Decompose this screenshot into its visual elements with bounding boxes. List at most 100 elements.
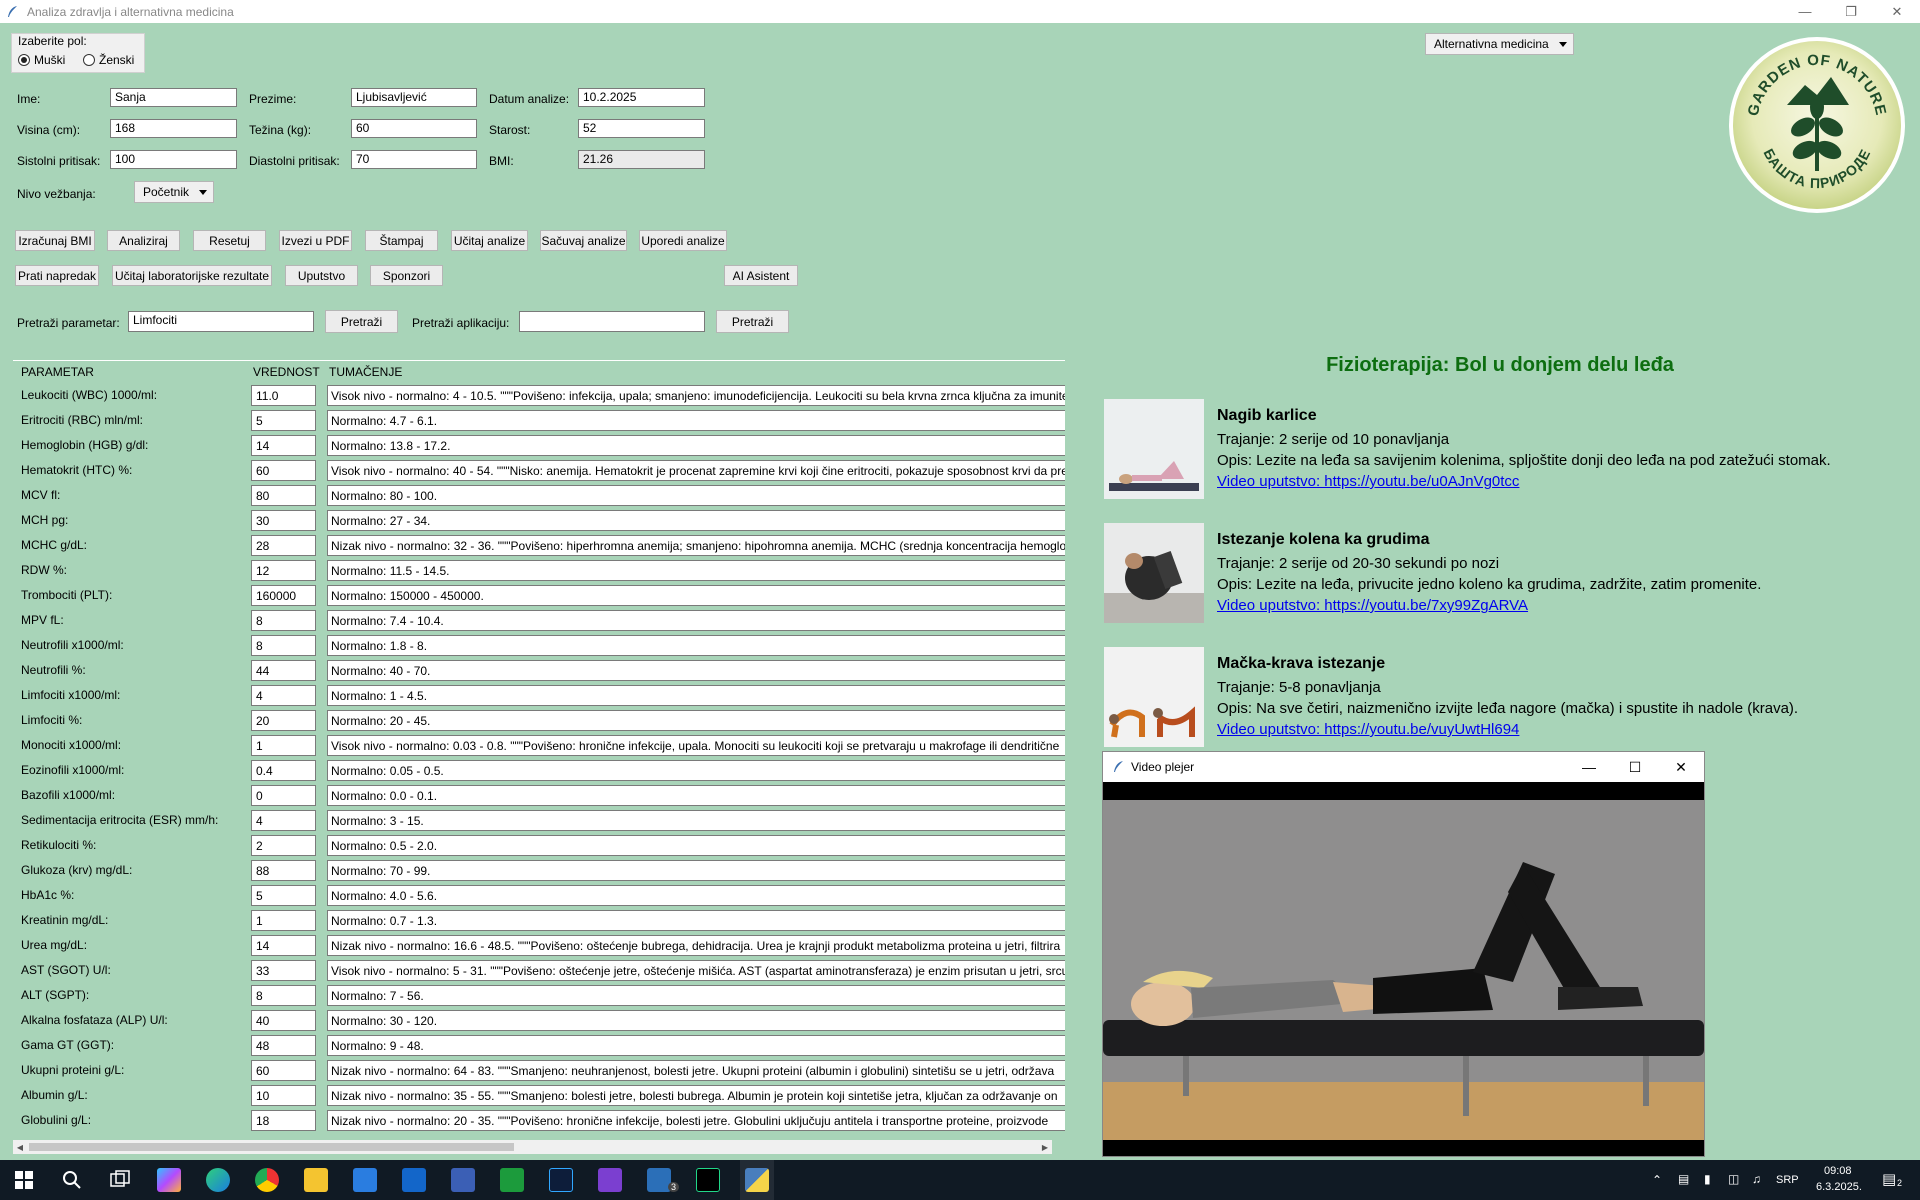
parameter-interpretation-field[interactable]: Normalno: 4.0 - 5.6. [327,885,1065,906]
parameter-interpretation-field[interactable]: Normalno: 1 - 4.5. [327,685,1065,706]
parameter-value-field[interactable]: 10 [251,1085,316,1106]
analyze-button[interactable]: Analiziraj [107,230,180,251]
parameter-interpretation-field[interactable]: Normalno: 11.5 - 14.5. [327,560,1065,581]
first-name-field[interactable]: Sanja [110,88,237,107]
export-pdf-button[interactable]: Izvezi u PDF [279,230,352,251]
parameter-value-field[interactable]: 1 [251,910,316,931]
maximize-icon[interactable]: ☐ [1612,752,1658,782]
parameter-interpretation-field[interactable]: Visok nivo - normalno: 40 - 54. """Nisko… [327,460,1065,481]
parameter-value-field[interactable]: 8 [251,635,316,656]
app-green-icon[interactable] [500,1168,524,1192]
reset-button[interactable]: Resetuj [193,230,266,251]
parameter-interpretation-field[interactable]: Normalno: 40 - 70. [327,660,1065,681]
parameter-interpretation-field[interactable]: Normalno: 13.8 - 17.2. [327,435,1065,456]
analysis-date-field[interactable]: 10.2.2025 [578,88,705,107]
gender-radio-female[interactable]: Ženski [83,53,134,67]
parameter-value-field[interactable]: 4 [251,685,316,706]
parameter-value-field[interactable]: 12 [251,560,316,581]
clock-date[interactable]: 6.3.2025. [1816,1181,1862,1193]
parameter-interpretation-field[interactable]: Nizak nivo - normalno: 16.6 - 48.5. """P… [327,935,1065,956]
parameter-value-field[interactable]: 60 [251,460,316,481]
parameter-interpretation-field[interactable]: Nizak nivo - normalno: 64 - 83. """Smanj… [327,1060,1065,1081]
chrome-icon[interactable] [255,1168,279,1192]
parameter-interpretation-field[interactable]: Nizak nivo - normalno: 32 - 36. """Poviš… [327,535,1065,556]
last-name-field[interactable]: Ljubisavljević [351,88,477,107]
wifi-icon[interactable]: ◫ [1728,1172,1739,1186]
instructions-button[interactable]: Uputstvo [285,265,358,286]
parameter-value-field[interactable]: 5 [251,410,316,431]
parameter-interpretation-field[interactable]: Normalno: 0.0 - 0.1. [327,785,1065,806]
parameter-interpretation-field[interactable]: Visok nivo - normalno: 5 - 31. """Poviše… [327,960,1065,981]
battery-icon[interactable]: ▮ [1704,1172,1711,1186]
search-app-button[interactable]: Pretraži [716,310,789,333]
parameter-value-field[interactable]: 80 [251,485,316,506]
parameter-value-field[interactable]: 60 [251,1060,316,1081]
parameter-value-field[interactable]: 5 [251,885,316,906]
task-view-icon[interactable] [108,1168,132,1192]
close-icon[interactable]: ✕ [1658,752,1704,782]
parameter-interpretation-field[interactable]: Normalno: 1.8 - 8. [327,635,1065,656]
notifications-icon[interactable]: ▤ [1882,1170,1896,1188]
parameter-interpretation-field[interactable]: Normalno: 27 - 34. [327,510,1065,531]
parameter-interpretation-field[interactable]: Visok nivo - normalno: 4 - 10.5. """Povi… [327,385,1065,406]
height-field[interactable]: 168 [110,119,237,138]
search-param-button[interactable]: Pretraži [325,310,398,333]
save-analyses-button[interactable]: Sačuvaj analize [540,230,627,251]
save-icon[interactable] [451,1168,475,1192]
parameter-interpretation-field[interactable]: Nizak nivo - normalno: 20 - 35. """Poviš… [327,1110,1065,1131]
parameter-interpretation-field[interactable]: Normalno: 0.5 - 2.0. [327,835,1065,856]
chevron-up-icon[interactable]: ⌃ [1652,1173,1662,1187]
track-progress-button[interactable]: Prati napredak [15,265,99,286]
parameter-value-field[interactable]: 28 [251,535,316,556]
outlook-icon[interactable] [402,1168,426,1192]
age-field[interactable]: 52 [578,119,705,138]
parameter-interpretation-field[interactable]: Normalno: 80 - 100. [327,485,1065,506]
calculate-bmi-button[interactable]: Izračunaj BMI [15,230,95,251]
parameter-interpretation-field[interactable]: Visok nivo - normalno: 0.03 - 0.8. """Po… [327,735,1065,756]
parameter-interpretation-field[interactable]: Normalno: 7.4 - 10.4. [327,610,1065,631]
scroll-thumb[interactable] [29,1143,514,1151]
parameter-value-field[interactable]: 33 [251,960,316,981]
diastolic-field[interactable]: 70 [351,150,477,169]
print-button[interactable]: Štampaj [365,230,438,251]
parameter-interpretation-field[interactable]: Normalno: 9 - 48. [327,1035,1065,1056]
systolic-field[interactable]: 100 [110,150,237,169]
load-lab-results-button[interactable]: Učitaj laboratorijske rezultate [112,265,272,286]
alternative-medicine-dropdown[interactable]: Alternativna medicina [1425,33,1574,55]
parameter-value-field[interactable]: 14 [251,435,316,456]
parameter-value-field[interactable]: 1 [251,735,316,756]
parameter-value-field[interactable]: 40 [251,1010,316,1031]
parameter-interpretation-field[interactable]: Normalno: 20 - 45. [327,710,1065,731]
gender-radio-male[interactable]: Muški [18,53,65,67]
parameter-interpretation-field[interactable]: Normalno: 4.7 - 6.1. [327,410,1065,431]
clock-time[interactable]: 09:08 [1824,1165,1852,1177]
parameter-interpretation-field[interactable]: Normalno: 0.7 - 1.3. [327,910,1065,931]
parameter-value-field[interactable]: 18 [251,1110,316,1131]
close-icon[interactable]: ✕ [1874,0,1920,23]
parameter-value-field[interactable]: 8 [251,985,316,1006]
photoshop-icon[interactable] [549,1168,573,1192]
parameter-value-field[interactable]: 8 [251,610,316,631]
parameter-value-field[interactable]: 88 [251,860,316,881]
video-editor-icon[interactable] [598,1168,622,1192]
parameter-value-field[interactable]: 14 [251,935,316,956]
parameter-value-field[interactable]: 2 [251,835,316,856]
parameter-value-field[interactable]: 48 [251,1035,316,1056]
pycharm-icon[interactable] [696,1168,720,1192]
parameter-value-field[interactable]: 0.4 [251,760,316,781]
load-analyses-button[interactable]: Učitaj analize [451,230,528,251]
minimize-icon[interactable]: — [1782,0,1828,23]
language-indicator[interactable]: SRP [1776,1174,1799,1186]
search-param-input[interactable]: Limfociti [128,311,314,332]
network-icon[interactable]: ▤ [1678,1172,1689,1186]
parameter-interpretation-field[interactable]: Normalno: 70 - 99. [327,860,1065,881]
parameter-value-field[interactable]: 11.0 [251,385,316,406]
ai-assistant-button[interactable]: AI Asistent [724,265,798,286]
exercise-video-link[interactable]: Video uputstvo: https://youtu.be/vuyUwtH… [1217,721,1519,738]
parameter-interpretation-field[interactable]: Normalno: 0.05 - 0.5. [327,760,1065,781]
parameter-interpretation-field[interactable]: Normalno: 3 - 15. [327,810,1065,831]
volume-icon[interactable]: ♫ [1752,1172,1761,1186]
exercise-video-link[interactable]: Video uputstvo: https://youtu.be/7xy99Zg… [1217,597,1528,614]
restore-icon[interactable]: ❐ [1828,0,1874,23]
scroll-right-icon[interactable]: ▶ [1038,1140,1052,1154]
